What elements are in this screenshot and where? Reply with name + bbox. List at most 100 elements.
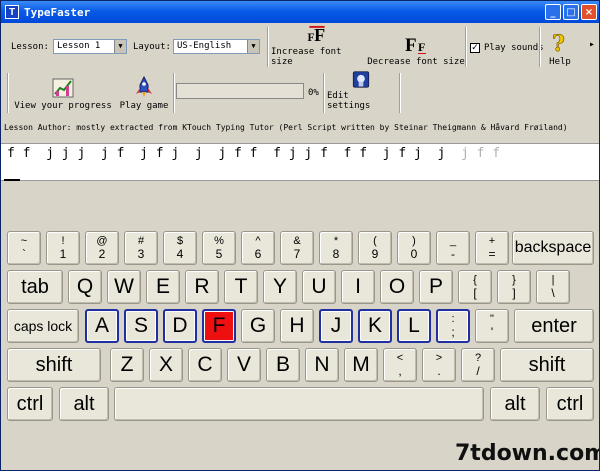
key-n[interactable]: N: [305, 348, 339, 382]
key-top-legend: !: [61, 235, 65, 247]
layout-select-value: US-English: [177, 41, 232, 51]
key-b[interactable]: B: [266, 348, 300, 382]
key-tab[interactable]: tab: [7, 270, 63, 304]
typing-area[interactable]: f f j j j j f j f j j j f f f j j f f f …: [1, 143, 599, 181]
edit-settings-label: Edit settings: [327, 91, 371, 111]
toolbar-separator: [539, 27, 541, 67]
progress-percent-text: 0%: [308, 88, 319, 98]
key-7[interactable]: & 7: [280, 231, 314, 265]
key-bottom-legend: 4: [176, 247, 184, 261]
key-k[interactable]: K: [358, 309, 392, 343]
key-top-legend: $: [176, 235, 184, 247]
key-top-legend: %: [214, 235, 224, 247]
key-i[interactable]: I: [341, 270, 375, 304]
key-bottom-legend: ': [490, 325, 494, 339]
key-top-legend: :: [451, 313, 455, 325]
key-blank[interactable]: + =: [475, 231, 509, 265]
rocket-icon: [136, 76, 152, 97]
maximize-button[interactable]: □: [563, 4, 579, 20]
key-q[interactable]: Q: [68, 270, 102, 304]
layout-select[interactable]: US-English ▼: [173, 39, 260, 54]
key-comma[interactable]: <,: [383, 348, 417, 382]
key-ctrl-right[interactable]: ctrl: [546, 387, 594, 421]
key-v[interactable]: V: [227, 348, 261, 382]
key-6[interactable]: ^ 6: [241, 231, 275, 265]
svg-text:F: F: [405, 35, 417, 54]
key-space[interactable]: [114, 387, 484, 421]
toolbar-separator: [173, 73, 175, 113]
key-right-bracket[interactable]: }]: [497, 270, 531, 304]
key-s[interactable]: S: [124, 309, 158, 343]
key-bottom-legend: `: [22, 247, 26, 261]
key-top-legend: {: [473, 274, 477, 286]
window-title: TypeFaster: [24, 5, 91, 19]
key-bottom-legend: ]: [512, 286, 516, 300]
key-r[interactable]: R: [185, 270, 219, 304]
key-shift-right[interactable]: shift: [500, 348, 594, 382]
key-top-legend: (: [373, 235, 377, 247]
lesson-progress-bar: [176, 83, 304, 99]
key-t[interactable]: T: [224, 270, 258, 304]
key-backslash[interactable]: | \: [536, 270, 570, 304]
key-8[interactable]: * 8: [319, 231, 353, 265]
layout-label: Layout:: [133, 42, 171, 52]
key-h[interactable]: H: [280, 309, 314, 343]
key-l[interactable]: L: [397, 309, 431, 343]
toolbar-overflow-icon[interactable]: ▸: [589, 39, 595, 50]
play-game-button[interactable]: Play game: [117, 71, 171, 113]
help-button[interactable]: ? Help: [543, 25, 577, 69]
key-y[interactable]: Y: [263, 270, 297, 304]
key-o[interactable]: O: [380, 270, 414, 304]
watermark: 7tdown.com: [455, 441, 600, 466]
key-9[interactable]: (9: [358, 231, 392, 265]
key-blank[interactable]: _ -: [436, 231, 470, 265]
key-5[interactable]: % 5: [202, 231, 236, 265]
key-blank[interactable]: ~ `: [7, 231, 41, 265]
key-backspace[interactable]: backspace: [512, 231, 594, 265]
key-a[interactable]: A: [85, 309, 119, 343]
key-enter[interactable]: enter: [514, 309, 594, 343]
key-top-legend: ): [412, 235, 416, 247]
remaining-text: j f f: [460, 146, 501, 161]
key-e[interactable]: E: [146, 270, 180, 304]
key-shift-left[interactable]: shift: [7, 348, 101, 382]
minimize-button[interactable]: _: [545, 4, 561, 20]
key-semicolon[interactable]: :;: [436, 309, 470, 343]
key-w[interactable]: W: [107, 270, 141, 304]
chevron-down-icon[interactable]: ▼: [247, 40, 259, 53]
key-j[interactable]: J: [319, 309, 353, 343]
key-x[interactable]: X: [149, 348, 183, 382]
key-c[interactable]: C: [188, 348, 222, 382]
key-quote[interactable]: " ': [475, 309, 509, 343]
key-p[interactable]: P: [419, 270, 453, 304]
key-u[interactable]: U: [302, 270, 336, 304]
edit-settings-button[interactable]: Edit settings: [327, 71, 395, 113]
key-period[interactable]: >.: [422, 348, 456, 382]
key-z[interactable]: Z: [110, 348, 144, 382]
key-d[interactable]: D: [163, 309, 197, 343]
key-2[interactable]: @2: [85, 231, 119, 265]
chevron-down-icon[interactable]: ▼: [114, 40, 126, 53]
key-slash[interactable]: ? /: [461, 348, 495, 382]
play-sounds-checkbox[interactable]: ✓: [470, 43, 480, 53]
key-m[interactable]: M: [344, 348, 378, 382]
key-3[interactable]: #3: [124, 231, 158, 265]
close-button[interactable]: ×: [581, 4, 597, 20]
key-caps-lock[interactable]: caps lock: [7, 309, 79, 343]
key-1[interactable]: ! 1: [46, 231, 80, 265]
key-alt-left[interactable]: alt: [59, 387, 109, 421]
key-bottom-legend: 9: [371, 247, 379, 261]
svg-text:?: ?: [552, 32, 565, 54]
key-0[interactable]: ) 0: [397, 231, 431, 265]
key-g[interactable]: G: [241, 309, 275, 343]
title-bar[interactable]: T TypeFaster _ □ ×: [1, 1, 599, 23]
key-f[interactable]: F: [202, 309, 236, 343]
view-progress-button[interactable]: View your progress: [13, 71, 113, 113]
key-alt-right[interactable]: alt: [490, 387, 540, 421]
key-left-bracket[interactable]: {[: [458, 270, 492, 304]
key-ctrl-left[interactable]: ctrl: [7, 387, 53, 421]
increase-font-button[interactable]: F F Increase font size: [271, 25, 363, 69]
key-4[interactable]: $4: [163, 231, 197, 265]
lesson-select[interactable]: Lesson 1 ▼: [53, 39, 127, 54]
decrease-font-button[interactable]: F F Decrease font size: [367, 25, 465, 69]
